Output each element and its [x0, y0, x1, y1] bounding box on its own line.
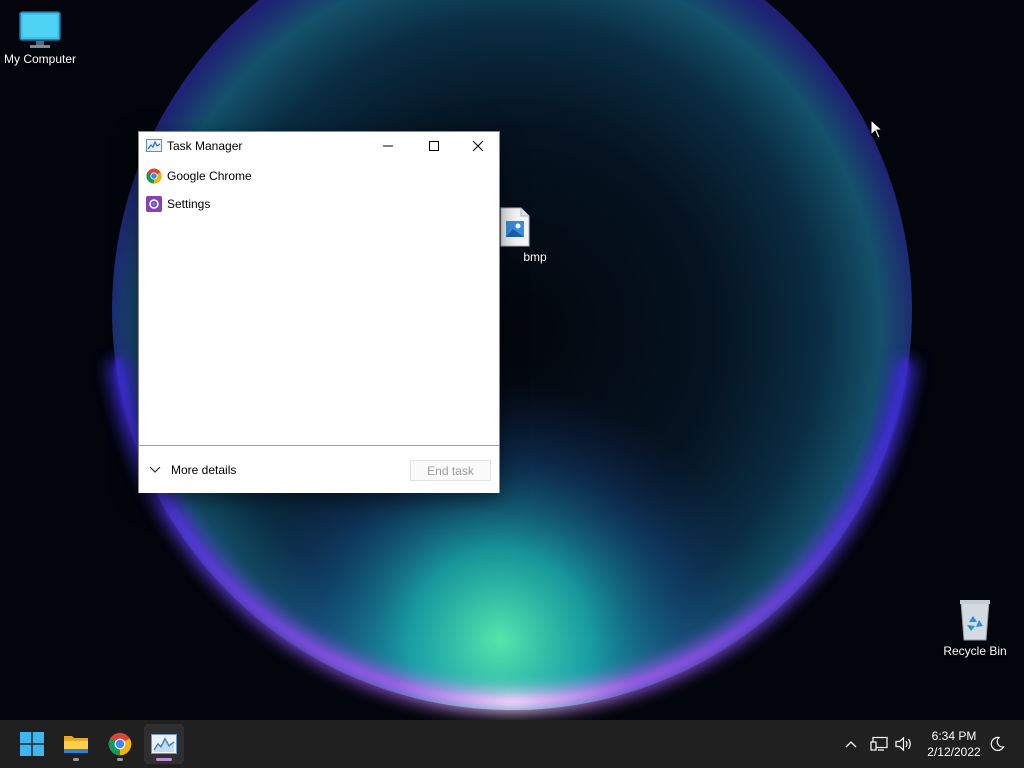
running-indicator: [73, 758, 79, 761]
title-bar[interactable]: Task Manager: [139, 132, 499, 160]
process-name: Settings: [167, 197, 211, 211]
computer-icon: [18, 10, 62, 50]
more-details-button[interactable]: More details: [149, 460, 236, 480]
system-clock[interactable]: 6:34 PM 2/12/2022: [920, 728, 988, 760]
chevron-up-icon: [845, 741, 857, 748]
maximize-icon: [429, 141, 439, 151]
window-title: Task Manager: [167, 139, 243, 153]
mouse-cursor-icon: [870, 118, 884, 139]
chrome-icon: [146, 168, 162, 184]
process-row-settings[interactable]: Settings: [139, 190, 499, 218]
task-manager-icon: [151, 734, 177, 754]
minimize-button[interactable]: [365, 132, 411, 160]
process-name: Google Chrome: [167, 169, 252, 183]
close-button[interactable]: [455, 132, 501, 160]
process-list: Google Chrome Settings: [139, 162, 499, 218]
chevron-down-icon: [149, 466, 161, 473]
desktop-icon-recycle-bin[interactable]: Recycle Bin: [935, 598, 1015, 658]
network-button[interactable]: [868, 733, 890, 755]
network-icon: [870, 736, 888, 751]
settings-icon: [146, 196, 162, 212]
minimize-icon: [383, 145, 393, 147]
start-button[interactable]: [12, 724, 52, 764]
windows-start-icon: [20, 732, 44, 756]
taskbar: 6:34 PM 2/12/2022: [0, 720, 1024, 768]
taskbar-google-chrome[interactable]: [100, 724, 140, 764]
desktop-icon-label: Recycle Bin: [943, 644, 1007, 658]
close-icon: [472, 140, 484, 152]
clock-date: 2/12/2022: [927, 745, 981, 759]
volume-icon: [895, 736, 911, 752]
running-indicator: [156, 758, 172, 761]
recycle-bin-icon: [955, 598, 995, 642]
desktop-icon-label: My Computer: [3, 52, 77, 66]
focus-assist-icon: [990, 736, 1005, 751]
desktop-icon-my-computer[interactable]: My Computer: [0, 10, 80, 66]
process-row-google-chrome[interactable]: Google Chrome: [139, 162, 499, 190]
focus-assist-button[interactable]: [986, 733, 1008, 755]
task-manager-window[interactable]: Task Manager Google Chrome Settings More…: [138, 131, 500, 493]
window-footer: More details End task: [139, 445, 499, 493]
end-task-button[interactable]: End task: [410, 460, 491, 481]
chrome-icon: [108, 732, 132, 756]
clock-time: 6:34 PM: [931, 729, 977, 743]
taskbar-task-manager[interactable]: [144, 724, 184, 764]
show-hidden-icons-button[interactable]: [840, 733, 862, 755]
running-indicator: [117, 758, 123, 761]
task-manager-icon: [146, 139, 162, 152]
taskbar-file-explorer[interactable]: [56, 724, 96, 764]
maximize-button[interactable]: [411, 132, 457, 160]
volume-button[interactable]: [893, 733, 915, 755]
folder-icon: [64, 736, 88, 753]
more-details-label: More details: [171, 463, 237, 477]
